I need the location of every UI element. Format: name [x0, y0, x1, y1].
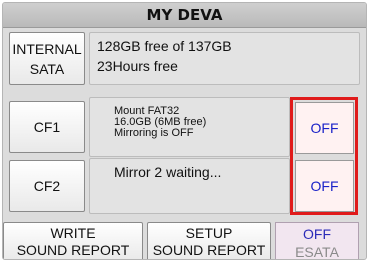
deva-screen: MY DEVA INTERNAL SATA 128GB free of 137G… — [2, 2, 367, 260]
write-sound-report-line1: WRITE — [50, 225, 96, 241]
cf2-mirror-toggle-button[interactable]: OFF — [295, 160, 354, 212]
page-title: MY DEVA — [3, 3, 366, 28]
cf1-button[interactable]: CF1 — [9, 101, 85, 153]
internal-sata-time-free: 23Hours free — [97, 58, 178, 74]
setup-sound-report-button[interactable]: SETUP SOUND REPORT — [147, 222, 271, 259]
cf2-button-label: CF2 — [33, 178, 61, 194]
write-sound-report-line2: SOUND REPORT — [16, 242, 130, 258]
setup-sound-report-line2: SOUND REPORT — [152, 242, 266, 258]
internal-sata-capacity: 128GB free of 137GB — [97, 38, 232, 54]
cf1-toggle-label: OFF — [310, 120, 339, 136]
cf1-info: Mount FAT32 16.0GB (6MB free) Mirroring … — [114, 106, 206, 139]
cf2-toggle-label: OFF — [310, 178, 339, 194]
cf2-mirror-status: Mirror 2 waiting... — [114, 164, 222, 180]
internal-sata-button[interactable]: INTERNAL SATA — [9, 32, 85, 85]
cf1-mirror-toggle-button[interactable]: OFF — [295, 102, 354, 154]
cf1-mirroring-status: Mirroring is OFF — [114, 127, 194, 139]
cf1-button-label: CF1 — [33, 119, 61, 135]
cf2-info: Mirror 2 waiting... — [114, 164, 221, 180]
esata-state: OFF — [303, 226, 331, 242]
cf2-button[interactable]: CF2 — [9, 160, 85, 212]
internal-sata-label-line1: INTERNAL — [12, 40, 82, 57]
esata-label: ESATA — [295, 244, 339, 260]
esata-toggle-button[interactable]: OFF ESATA — [275, 222, 359, 260]
internal-sata-label-line2: SATA — [29, 60, 65, 77]
setup-sound-report-line1: SETUP — [185, 225, 233, 241]
write-sound-report-button[interactable]: WRITE SOUND REPORT — [3, 222, 143, 259]
internal-sata-info: 128GB free of 137GB 23Hours free — [97, 36, 232, 76]
